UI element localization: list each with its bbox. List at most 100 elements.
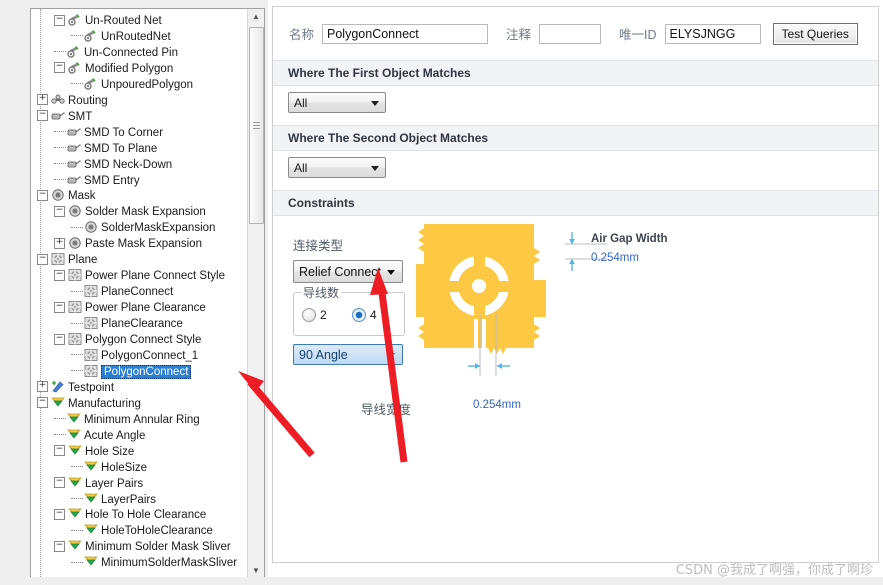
smt-icon [67,158,81,170]
tree-item-label: PlaneClearance [101,318,183,331]
tree-item-plane[interactable]: − Plane [35,252,97,268]
tree-toggle-minus-icon[interactable]: − [37,110,48,122]
angle-style-dropdown[interactable]: 90 Angle [293,344,403,365]
mask-icon [84,221,98,234]
tree-guide-dash [71,561,83,563]
tree-item-label: Polygon Connect Style [85,334,202,346]
scroll-up-arrow-icon[interactable]: ▲ [248,9,264,25]
tree-item-planeconnect[interactable]: PlaneConnect [69,284,173,300]
angle-style-value: 90 Angle [299,348,348,362]
tree-item-routing[interactable]: + Routing [35,93,108,109]
tree-item-mask[interactable]: − Mask [35,188,95,204]
test-queries-button[interactable]: Test Queries [772,22,858,45]
tree-item-label: Minimum Solder Mask Sliver [85,541,231,554]
tree-guide-dash [71,322,83,324]
tree-item-label: SMD To Plane [84,142,158,155]
connect-style-dropdown[interactable]: Relief Connect [293,260,403,283]
tree-item-label: Minimum Annular Ring [84,413,200,426]
chevron-down-icon [387,353,395,358]
plane-icon [84,317,98,330]
manufacturing-icon [84,524,98,536]
tree-toggle-minus-icon[interactable]: − [54,540,65,552]
tree-item-layerpairs[interactable]: LayerPairs [69,492,156,508]
tree-toggle-minus-icon[interactable]: − [54,445,65,457]
net-icon [84,77,98,90]
conductor-radio-2[interactable]: 2 [302,307,327,323]
net-icon [68,61,82,74]
tree-guide-dash [54,51,66,53]
tree-item-smd-to-plane[interactable]: SMD To Plane [52,141,157,157]
tree-item-layer-pairs[interactable]: − Layer Pairs [52,476,143,492]
manufacturing-icon [68,445,82,457]
tree-item-paste-mask-expansion[interactable]: + Paste Mask Expansion [52,236,202,252]
name-input[interactable] [322,23,489,44]
tree-guide-dash [71,290,83,292]
tree-item-un-routed-net[interactable]: − Un-Routed Net [52,13,162,29]
manufacturing-icon [67,413,81,425]
rules-tree[interactable]: − Un-Routed Net UnRoutedNet Un-Connected Pi… [30,8,265,580]
scrollbar-thumb[interactable] [249,27,264,224]
tree-item-minimumsoldermasksliver[interactable]: MinimumSolderMaskSliver [69,555,237,571]
chevron-down-icon [387,270,395,275]
tree-item-smd-to-corner[interactable]: SMD To Corner [52,125,163,141]
tree-item-hole-to-hole-clearance[interactable]: − Hole To Hole Clearance [52,507,206,523]
tree-item-smt[interactable]: − SMT [35,109,92,125]
tree-item-unroutednet[interactable]: UnRoutedNet [69,29,171,45]
tree-item-acute-angle[interactable]: Acute Angle [52,428,145,444]
tree-toggle-minus-icon[interactable]: − [54,477,65,489]
tree-item-testpoint[interactable]: + Testpoint [35,380,114,396]
conductor-radio-4[interactable]: 4 [352,307,377,323]
tree-item-un-connected-pin[interactable]: Un-Connected Pin [52,45,178,61]
tree-toggle-minus-icon[interactable]: − [54,333,65,345]
tree-item-polygonconnect[interactable]: PolygonConnect [69,364,192,380]
tree-item-modified-polygon[interactable]: − Modified Polygon [52,61,173,77]
second-object-filter-dropdown[interactable]: All [288,157,386,178]
tree-item-soldermaskexpansion[interactable]: SolderMaskExpansion [69,220,215,236]
tree-guide-dash [54,147,66,149]
tree-item-minimum-annular-ring[interactable]: Minimum Annular Ring [52,412,200,428]
comment-input[interactable] [539,23,602,44]
tree-item-label: UnpouredPolygon [101,78,194,91]
plane-icon [84,285,98,298]
tree-toggle-minus-icon[interactable]: − [37,189,48,201]
tree-item-polygon-connect-style[interactable]: − Polygon Connect Style [52,332,201,348]
constraints-section-header: Constraints [273,190,878,216]
tree-toggle-minus-icon[interactable]: − [54,14,65,26]
tree-item-power-plane-clearance[interactable]: − Power Plane Clearance [52,300,206,316]
tree-toggle-minus-icon[interactable]: − [54,205,65,217]
unique-id-input[interactable] [664,23,761,44]
tree-item-label: Routing [68,94,108,107]
net-icon [67,46,81,58]
tree-item-minimum-solder-mask-sliver[interactable]: − Minimum Solder Mask Sliver [52,539,231,555]
tree-toggle-minus-icon[interactable]: − [54,508,65,520]
chevron-down-icon [371,101,379,106]
tree-item-label: Un-Connected Pin [84,46,178,59]
tree-item-holesize[interactable]: HoleSize [69,460,147,476]
tree-toggle-plus-icon[interactable]: + [37,94,48,106]
tree-toggle-minus-icon[interactable]: − [54,269,65,281]
tree-toggle-minus-icon[interactable]: − [37,397,48,409]
tree-item-power-plane-connect-style[interactable]: − Power Plane Connect Style [52,268,225,284]
tree-toggle-plus-icon[interactable]: + [54,237,65,249]
tree-item-smd-neck-down[interactable]: SMD Neck-Down [52,157,172,173]
tree-guide-dash [71,370,83,372]
tree-item-hole-size[interactable]: − Hole Size [52,444,134,460]
tree-item-solder-mask-expansion[interactable]: − Solder Mask Expansion [52,204,206,220]
tree-guide-dash [54,418,66,420]
tree-item-label: PlaneConnect [101,286,174,299]
manufacturing-icon [68,477,82,489]
tree-toggle-plus-icon[interactable]: + [37,381,48,393]
tree-toggle-minus-icon[interactable]: − [37,253,48,265]
tree-item-label: Testpoint [68,381,115,394]
tree-toggle-minus-icon[interactable]: − [54,62,65,74]
tree-item-manufacturing[interactable]: − Manufacturing [35,396,141,412]
tree-item-smd-entry[interactable]: SMD Entry [52,173,140,189]
first-object-filter-dropdown[interactable]: All [288,92,386,113]
tree-toggle-minus-icon[interactable]: − [54,301,65,313]
plane-icon [68,269,82,282]
tree-item-holetoholeclearance[interactable]: HoleToHoleClearance [69,523,213,539]
tree-vertical-scrollbar[interactable]: ▲ ▼ [247,9,264,579]
tree-item-planeclearance[interactable]: PlaneClearance [69,316,183,332]
tree-item-polygonconnect-1[interactable]: PolygonConnect_1 [69,348,198,364]
tree-item-unpouredpolygon[interactable]: UnpouredPolygon [69,77,193,93]
